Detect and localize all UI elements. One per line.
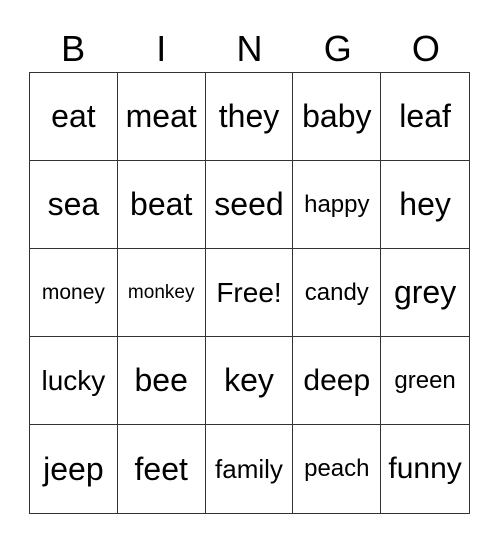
bingo-header: B I N G O (29, 26, 470, 72)
bingo-cell[interactable]: bee (117, 337, 206, 425)
header-letter-o: O (411, 28, 440, 69)
bingo-cell[interactable]: green (381, 337, 469, 425)
bingo-cell[interactable]: happy (293, 161, 382, 249)
header-letter-g: G (323, 28, 352, 69)
bingo-cell[interactable]: leaf (381, 73, 469, 161)
bingo-cell[interactable]: they (205, 73, 294, 161)
header-letter-n: N (236, 28, 263, 69)
header-letter-i: I (156, 28, 167, 69)
bingo-cell[interactable]: beat (117, 161, 206, 249)
bingo-cell[interactable]: funny (381, 425, 469, 513)
bingo-grid: eat meat they baby leaf sea beat seed happy hey mo… (29, 72, 470, 514)
bingo-cell[interactable]: key (205, 337, 294, 425)
bingo-cell[interactable]: grey (381, 249, 469, 337)
bingo-cell[interactable]: monkey (117, 249, 206, 337)
bingo-cell[interactable]: Free! (205, 249, 294, 337)
bingo-cell[interactable]: baby (293, 73, 382, 161)
bingo-cell[interactable]: feet (118, 425, 206, 513)
bingo-cell[interactable]: family (206, 425, 294, 513)
bingo-cell[interactable]: candy (293, 249, 382, 337)
bingo-cell[interactable]: seed (205, 161, 294, 249)
bingo-cell[interactable]: meat (117, 73, 206, 161)
bingo-cell[interactable]: lucky (30, 337, 118, 425)
bingo-cell[interactable]: eat (30, 73, 118, 161)
bingo-cell[interactable]: sea (30, 161, 118, 249)
bingo-cell[interactable]: money (30, 249, 118, 337)
bingo-cell[interactable]: peach (293, 425, 382, 513)
bingo-cell[interactable]: jeep (30, 425, 118, 513)
header-letter-b: B (61, 28, 86, 69)
bingo-cell[interactable]: hey (381, 161, 469, 249)
bingo-cell[interactable]: deep (293, 337, 382, 425)
